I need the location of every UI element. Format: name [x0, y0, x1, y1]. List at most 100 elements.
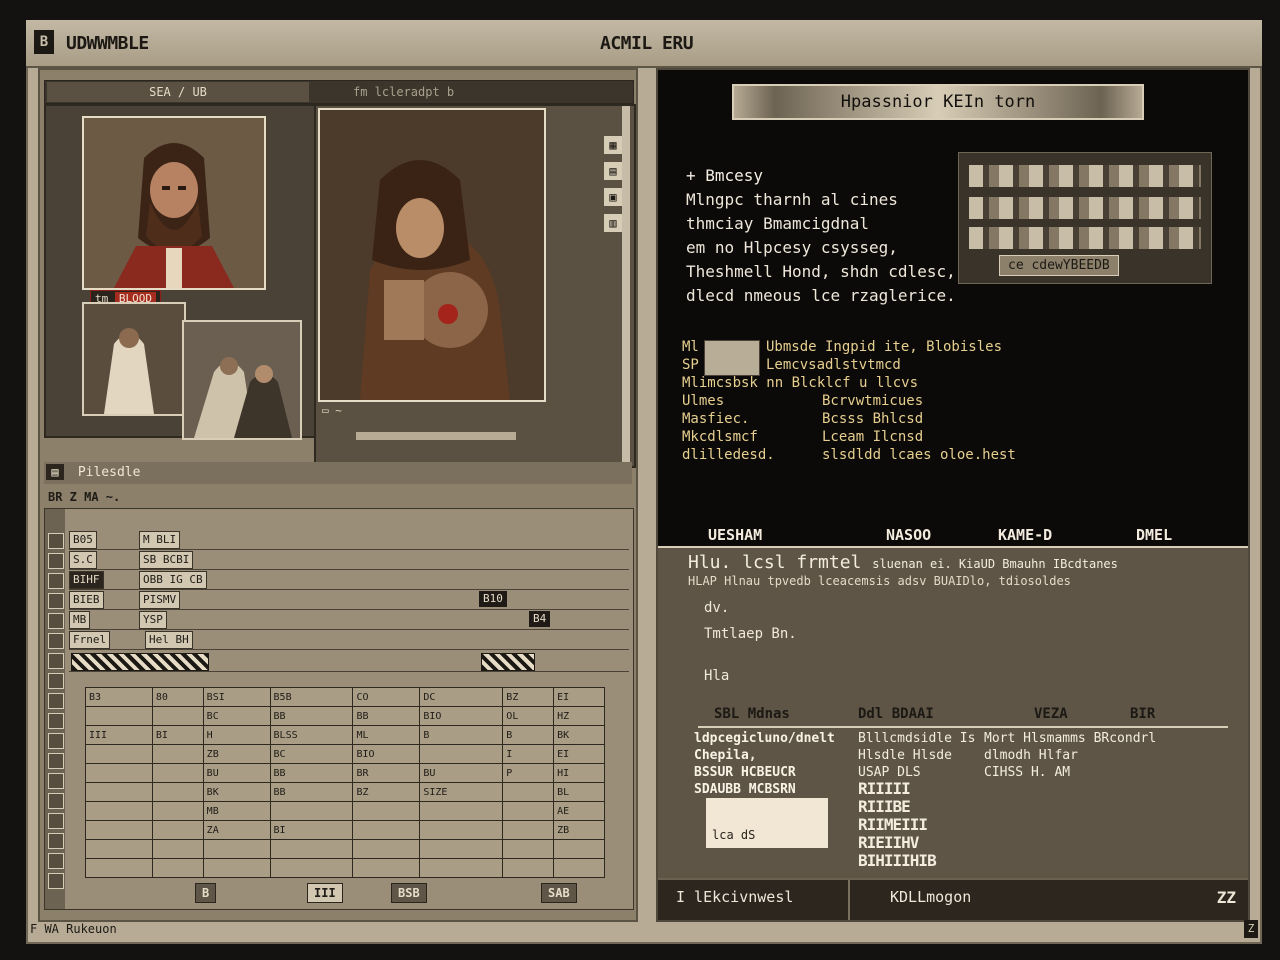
sheet-cell[interactable]: BIO	[352, 744, 421, 764]
table-row[interactable]	[69, 651, 629, 672]
sheet-cell[interactable]: EI	[553, 744, 605, 764]
sheet-row[interactable]: BU BB BR BU P HI	[85, 763, 605, 783]
sheet-cell[interactable]: BI	[269, 820, 354, 840]
sheet-cell[interactable]	[553, 839, 605, 859]
footer-button[interactable]: III	[307, 883, 343, 903]
row-checkbox[interactable]	[48, 613, 64, 629]
sheet-cell[interactable]	[419, 820, 504, 840]
row-checkbox[interactable]	[48, 713, 64, 729]
sheet-cell[interactable]	[419, 801, 504, 821]
sheet-cell[interactable]	[352, 858, 421, 878]
layers-icon[interactable]: ▥	[604, 214, 622, 232]
sheet-cell[interactable]	[419, 839, 504, 859]
footer-button[interactable]: SAB	[541, 883, 577, 903]
table-row[interactable]: MB YSP B4	[69, 609, 629, 630]
sheet-cell[interactable]	[502, 801, 555, 821]
sheet-cell[interactable]: 80	[151, 687, 204, 707]
status-left[interactable]: I lEkcivnwesl	[676, 888, 793, 906]
list-view-icon[interactable]: ▤	[604, 162, 622, 180]
sheet-row[interactable]: BK BB BZ SIZE BL	[85, 782, 605, 802]
sheet-cell[interactable]: B	[419, 725, 504, 745]
sheet-cell[interactable]: ZA	[202, 820, 271, 840]
sheet-cell[interactable]	[352, 839, 421, 859]
row-checkbox[interactable]	[48, 773, 64, 789]
info-thumbnail[interactable]	[704, 340, 760, 376]
sheet-cell[interactable]	[502, 858, 555, 878]
sheet-cell[interactable]	[151, 744, 204, 764]
tab-portrait[interactable]: SEA / UB	[47, 82, 309, 102]
row-checkbox[interactable]	[48, 753, 64, 769]
row-checkbox[interactable]	[48, 693, 64, 709]
tab-details[interactable]: fm lcleradpt b	[347, 82, 460, 102]
sheet-cell[interactable]: BLSS	[269, 725, 354, 745]
app-icon[interactable]: B	[34, 30, 54, 54]
table-row[interactable]: BIHF OBB IG CB	[69, 569, 629, 590]
detail-scrollbar[interactable]	[622, 106, 630, 462]
sheet-cell[interactable]	[419, 858, 504, 878]
sheet-cell[interactable]: BU	[419, 763, 504, 783]
sheet-cell[interactable]	[151, 839, 204, 859]
sheet-cell[interactable]	[553, 858, 605, 878]
sheet-cell[interactable]: BL	[553, 782, 605, 802]
sheet-cell[interactable]: CO	[352, 687, 421, 707]
row-checkbox[interactable]	[48, 733, 64, 749]
sheet-cell[interactable]: BB	[269, 706, 354, 726]
row-checkbox[interactable]	[48, 653, 64, 669]
row-checkbox[interactable]	[48, 593, 64, 609]
details-table-heading[interactable]: Ddl BDAAI	[858, 706, 934, 722]
sheet-cell[interactable]	[151, 706, 204, 726]
sheet-cell[interactable]	[85, 839, 153, 859]
sheet-cell[interactable]	[269, 858, 354, 878]
footer-button[interactable]: B	[195, 883, 217, 903]
column-heading[interactable]: KAME-D	[998, 526, 1052, 544]
gallery-thumbnail-2[interactable]	[182, 320, 302, 440]
row-checkbox[interactable]	[48, 873, 64, 889]
sheet-cell[interactable]: P	[502, 763, 555, 783]
sheet-cell[interactable]: BR	[352, 763, 421, 783]
sheet-cell[interactable]	[151, 801, 204, 821]
row-checkbox[interactable]	[48, 853, 64, 869]
sheet-cell[interactable]	[269, 801, 354, 821]
sheet-cell[interactable]: I	[502, 744, 555, 764]
sheet-cell[interactable]: BB	[269, 763, 354, 783]
sheet-cell[interactable]: BIO	[419, 706, 504, 726]
sheet-cell[interactable]: H	[202, 725, 271, 745]
sheet-row[interactable]	[85, 858, 605, 878]
column-heading[interactable]: NASOO	[886, 526, 931, 544]
row-checkbox[interactable]	[48, 533, 64, 549]
sheet-cell[interactable]	[85, 763, 153, 783]
details-table-heading[interactable]: BIR	[1130, 706, 1155, 722]
status-middle[interactable]: KDLLmogon	[890, 888, 971, 906]
sheet-cell[interactable]: ZB	[202, 744, 271, 764]
sheet-cell[interactable]: BC	[202, 706, 271, 726]
sheet-cell[interactable]: HZ	[553, 706, 605, 726]
sheet-row[interactable]	[85, 839, 605, 859]
sheet-cell[interactable]: AE	[553, 801, 605, 821]
sheet-cell[interactable]	[502, 782, 555, 802]
table-row[interactable]: Frnel Hel BH	[69, 629, 629, 650]
sheet-cell[interactable]: HI	[553, 763, 605, 783]
row-checkbox[interactable]	[48, 673, 64, 689]
row-checkbox[interactable]	[48, 813, 64, 829]
column-heading[interactable]: DMEL	[1136, 526, 1172, 544]
sheet-cell[interactable]: ZB	[553, 820, 605, 840]
note-card[interactable]: lca dS	[706, 798, 828, 848]
sheet-cell[interactable]	[352, 801, 421, 821]
row-checkbox[interactable]	[48, 833, 64, 849]
sheet-cell[interactable]: OL	[502, 706, 555, 726]
sheet-cell[interactable]: BB	[352, 706, 421, 726]
sheet-cell[interactable]	[202, 858, 271, 878]
sheet-cell[interactable]: MB	[202, 801, 271, 821]
sheet-cell[interactable]	[502, 820, 555, 840]
sheet-cell[interactable]	[202, 839, 271, 859]
sheet-cell[interactable]: DC	[419, 687, 504, 707]
row-checkbox[interactable]	[48, 553, 64, 569]
sheet-cell[interactable]: BC	[269, 744, 354, 764]
sheet-cell[interactable]: EI	[553, 687, 605, 707]
sheet-row[interactable]: III BI H BLSS ML B B BK	[85, 725, 605, 745]
sheet-cell[interactable]	[151, 820, 204, 840]
sheet-cell[interactable]	[85, 706, 153, 726]
sheet-row[interactable]: ZB BC BIO I EI	[85, 744, 605, 764]
sheet-cell[interactable]: BI	[151, 725, 204, 745]
sheet-cell[interactable]: BU	[202, 763, 271, 783]
